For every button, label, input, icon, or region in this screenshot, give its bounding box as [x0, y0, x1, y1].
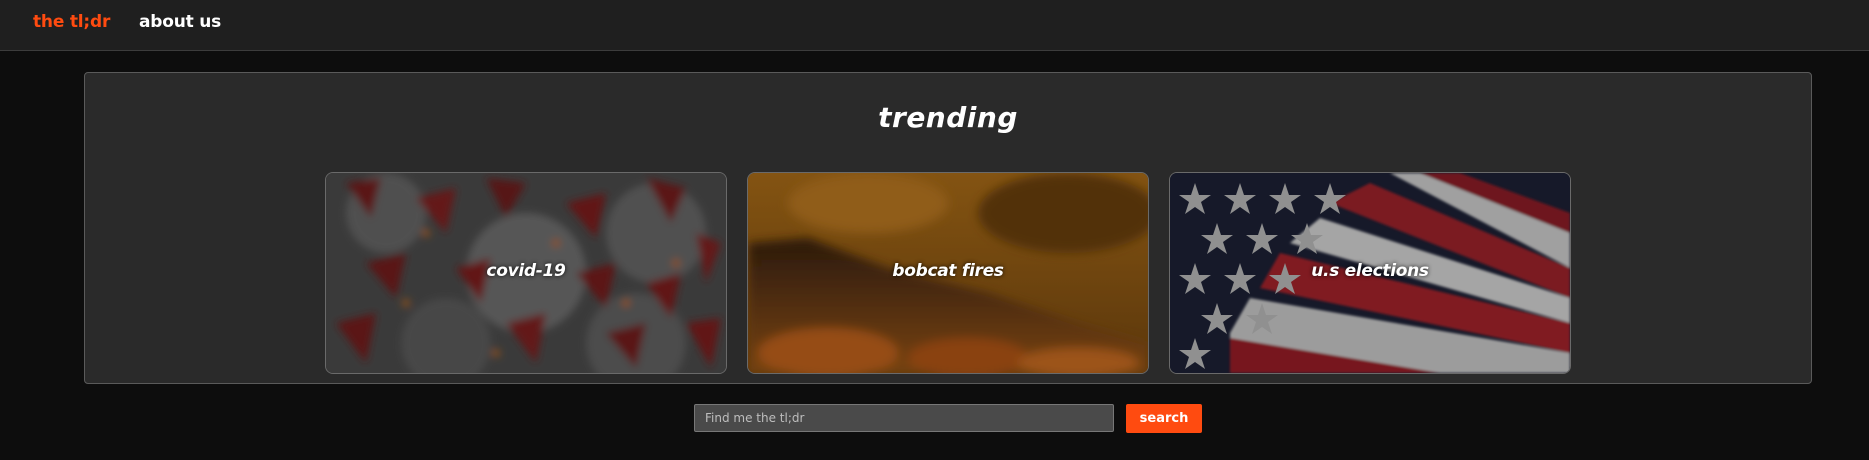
trending-card-bobcat-fires[interactable]: bobcat fires	[747, 172, 1149, 374]
card-label: bobcat fires	[892, 261, 1004, 281]
trending-panel: trending covid-19 bobcat fires u.s elect…	[84, 72, 1812, 384]
about-us-link[interactable]: about us	[139, 12, 221, 32]
trending-card-covid-19[interactable]: covid-19	[325, 172, 727, 374]
trending-card-us-elections[interactable]: u.s elections	[1169, 172, 1571, 374]
brand-logo-link[interactable]: the tl;dr	[33, 12, 110, 32]
trending-title: trending	[878, 101, 1018, 134]
navbar: the tl;dr about us	[0, 0, 1869, 51]
card-label: covid-19	[486, 261, 566, 281]
card-label: u.s elections	[1311, 261, 1429, 281]
search-button[interactable]: search	[1126, 404, 1202, 433]
search-input[interactable]	[694, 404, 1114, 432]
